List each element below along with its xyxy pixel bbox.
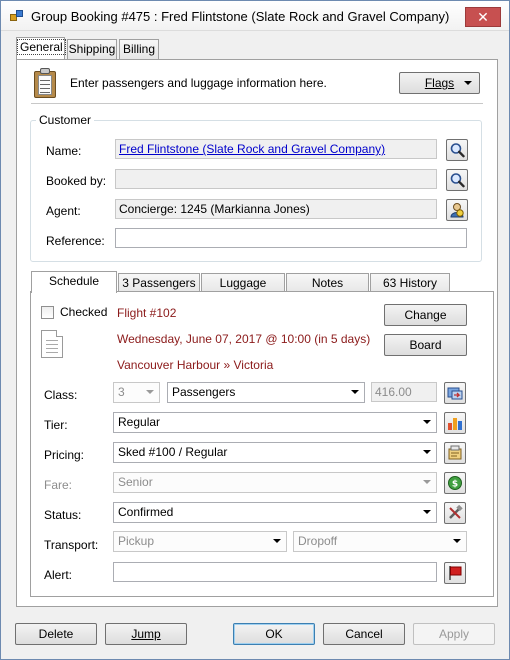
document-icon (41, 330, 63, 358)
money-icon: $ (448, 476, 462, 490)
bar-chart-icon (448, 418, 462, 430)
tools-icon (449, 505, 463, 519)
tier-select[interactable]: Regular (113, 412, 437, 433)
checked-label: Checked (60, 305, 108, 319)
chevron-down-icon (423, 450, 431, 454)
booking-window: Group Booking #475 : Fred Flintstone (Sl… (0, 0, 510, 660)
booked-by-search-button[interactable] (446, 169, 468, 191)
tab-shipping[interactable]: Shipping (67, 39, 117, 59)
tab-notes[interactable]: Notes (286, 273, 369, 293)
fare-label: Fare: (44, 478, 73, 492)
class-label: Class: (44, 388, 78, 402)
app-icon (10, 10, 24, 22)
class-quantity-value: 3 (118, 385, 125, 399)
svg-text:$: $ (452, 480, 458, 490)
tab-billing[interactable]: Billing (119, 39, 159, 59)
cancel-button[interactable]: Cancel (323, 623, 405, 645)
tab-luggage[interactable]: Luggage (201, 273, 285, 293)
fare-select[interactable]: Senior (113, 472, 437, 493)
alert-label: Alert: (44, 568, 73, 582)
chevron-down-icon (351, 390, 359, 394)
delete-button[interactable]: Delete (15, 623, 97, 645)
class-quantity-select[interactable]: 3 (113, 382, 160, 403)
divider (31, 103, 483, 104)
agent-label: Agent: (46, 204, 81, 218)
agent-field[interactable]: Concierge: 1245 (Markianna Jones) (115, 199, 437, 219)
apply-button[interactable]: Apply (413, 623, 495, 645)
search-icon (450, 143, 465, 158)
status-select[interactable]: Confirmed (113, 502, 437, 523)
tab-passengers[interactable]: 3 Passengers (118, 273, 200, 293)
alert-button[interactable] (444, 562, 466, 584)
flight-number: Flight #102 (117, 306, 177, 320)
pricing-select[interactable]: Sked #100 / Regular (113, 442, 437, 463)
tier-button[interactable] (444, 412, 466, 434)
chevron-down-icon (423, 420, 431, 424)
booked-by-label: Booked by: (46, 174, 107, 188)
tab-schedule[interactable]: Schedule (31, 271, 117, 293)
class-price-field[interactable]: 416.00 (371, 382, 437, 402)
name-search-button[interactable] (446, 139, 468, 161)
ok-button[interactable]: OK (233, 623, 315, 645)
search-icon (450, 173, 465, 188)
flags-button[interactable]: Flags (399, 72, 480, 94)
status-value: Confirmed (118, 505, 174, 519)
card-swap-icon (447, 387, 463, 400)
reference-field[interactable] (115, 228, 467, 248)
reference-label: Reference: (46, 234, 105, 248)
change-button[interactable]: Change (384, 304, 467, 326)
status-button[interactable] (444, 502, 466, 524)
agent-icon (450, 203, 464, 218)
tab-general[interactable]: General (16, 37, 66, 59)
alert-field[interactable] (113, 562, 437, 582)
chevron-down-icon (273, 539, 281, 543)
class-action-button[interactable] (444, 382, 466, 404)
name-label: Name: (46, 144, 82, 158)
chevron-down-icon (464, 81, 472, 85)
close-button[interactable]: ✕ (465, 7, 501, 27)
tier-label: Tier: (44, 418, 68, 432)
booked-by-field[interactable] (115, 169, 437, 189)
customer-group-label: Customer (36, 113, 95, 127)
jump-button[interactable]: Jump (105, 623, 187, 645)
flight-route: Vancouver Harbour » Victoria (117, 358, 274, 372)
chevron-down-icon (146, 390, 154, 394)
transport-label: Transport: (44, 538, 99, 552)
status-label: Status: (44, 508, 82, 522)
pricing-value: Sked #100 / Regular (118, 445, 228, 459)
flag-icon (449, 566, 462, 580)
chevron-down-icon (423, 510, 431, 514)
flags-button-label: Flags (424, 76, 455, 90)
window-title: Group Booking #475 : Fred Flintstone (Sl… (31, 9, 450, 24)
board-button[interactable]: Board (384, 334, 467, 356)
agent-lookup-button[interactable] (446, 199, 468, 221)
pricing-button[interactable] (444, 442, 466, 464)
chevron-down-icon (453, 539, 461, 543)
class-select[interactable]: Passengers (167, 382, 365, 403)
pricing-label: Pricing: (44, 448, 85, 462)
schedule-tab-page: Checked Flight #102 Wednesday, June 07, … (30, 291, 494, 597)
checked-checkbox[interactable] (41, 306, 54, 319)
name-field[interactable]: Fred Flintstone (Slate Rock and Gravel C… (115, 139, 437, 159)
class-value: Passengers (172, 385, 236, 399)
tab-history[interactable]: 63 History (370, 273, 450, 293)
fare-button[interactable]: $ (444, 472, 466, 494)
clipboard-icon (34, 68, 56, 98)
customer-name-link[interactable]: Fred Flintstone (Slate Rock and Gravel C… (119, 142, 385, 156)
title-bar: Group Booking #475 : Fred Flintstone (Sl… (1, 1, 509, 31)
price-tag-icon (448, 445, 462, 460)
flight-datetime: Wednesday, June 07, 2017 @ 10:00 (in 5 d… (117, 332, 371, 346)
jump-button-label: Jump (131, 627, 161, 641)
dropoff-value: Dropoff (298, 534, 338, 548)
footer-bar: Delete Jump OK Cancel Apply (1, 613, 509, 659)
dropoff-select[interactable]: Dropoff (293, 531, 467, 552)
fare-value: Senior (118, 475, 153, 489)
intro-text: Enter passengers and luggage information… (70, 76, 327, 90)
pickup-select[interactable]: Pickup (113, 531, 287, 552)
pickup-value: Pickup (118, 534, 155, 548)
tier-value: Regular (118, 415, 161, 429)
chevron-down-icon (423, 480, 431, 484)
